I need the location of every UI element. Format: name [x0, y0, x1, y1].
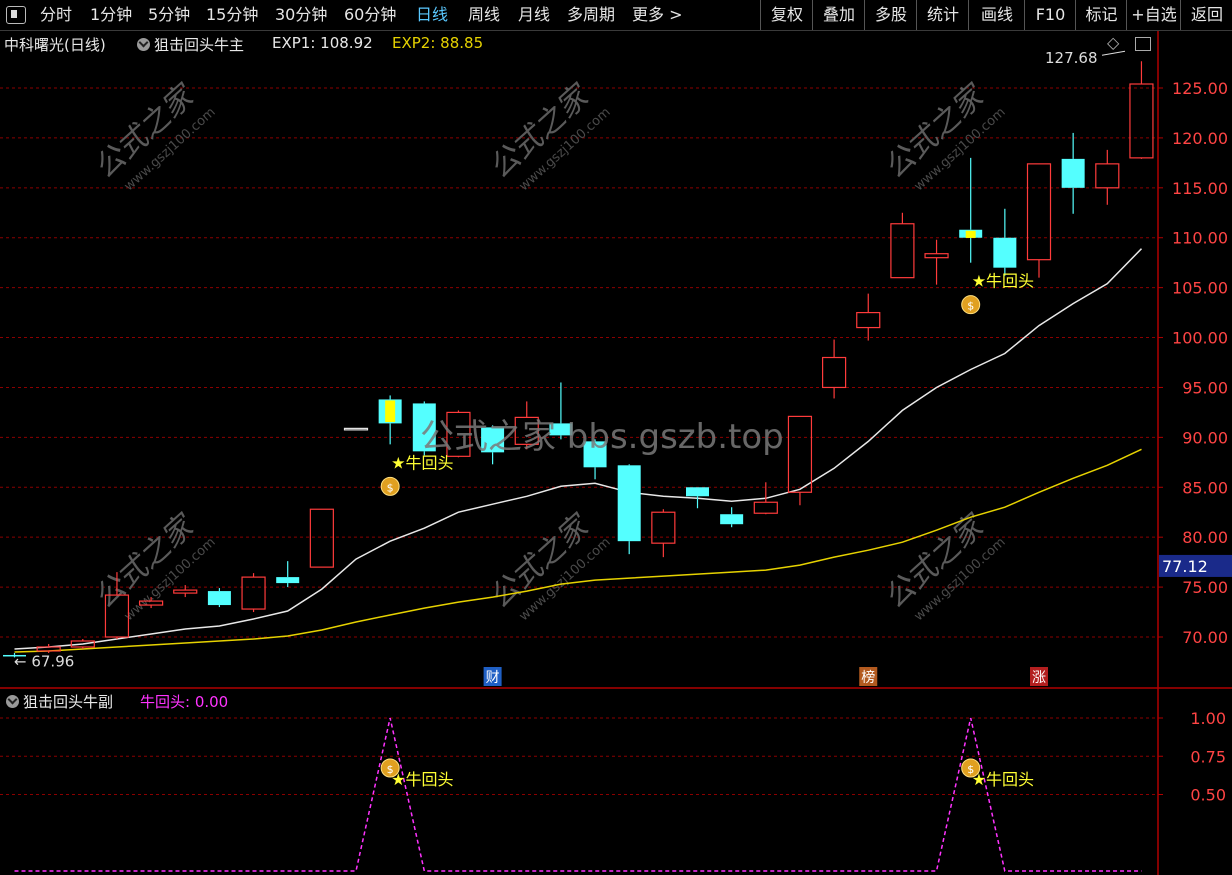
candle-body	[753, 501, 778, 514]
y-tick-label: 105.00	[1172, 279, 1228, 298]
candle-body	[241, 576, 266, 610]
signal-label: ★牛回头	[972, 272, 1034, 291]
period-tab-6[interactable]: 日线	[416, 0, 448, 30]
period-tab-3[interactable]: 15分钟	[206, 0, 258, 30]
sub-money-bag-glyph: $	[967, 763, 974, 776]
candle-body	[821, 356, 847, 389]
candle-body	[1026, 163, 1052, 261]
watermark-stamp: 公式之家www.gszj100.com	[877, 507, 1008, 624]
sub-signal-label: ★牛回头	[972, 770, 1034, 789]
y-tick-label: 90.00	[1182, 428, 1228, 447]
period-tab-1[interactable]: 1分钟	[90, 0, 132, 30]
period-tab-10[interactable]: 更多 >	[632, 0, 683, 30]
y-tick-label: 95.00	[1182, 378, 1228, 397]
toolbar-button-8[interactable]: 返回	[1180, 0, 1232, 30]
y-tick-label: 75.00	[1182, 578, 1228, 597]
candle-body	[924, 253, 949, 259]
toolbar-button-2[interactable]: 多股	[864, 0, 917, 30]
candle-body	[651, 511, 676, 544]
sub-signal-label: ★牛回头	[391, 770, 453, 789]
low-price-label: ← 67.96	[14, 652, 74, 670]
toolbar-button-5[interactable]: F10	[1024, 0, 1076, 30]
watermark-stamp: 公式之家www.gszj100.com	[482, 507, 613, 624]
toolbar-button-6[interactable]: 标记	[1075, 0, 1127, 30]
money-bag-glyph: $	[387, 481, 394, 494]
y-tick-label: 125.00	[1172, 79, 1228, 98]
candle-body	[1129, 83, 1154, 159]
period-tab-5[interactable]: 60分钟	[344, 0, 396, 30]
toolbar: 分时 1分钟 5分钟 15分钟 30分钟 60分钟 日线 周线 月线 多周期 更多 > 复权 叠加 多股…	[0, 0, 1232, 31]
candle-body	[1095, 163, 1120, 189]
period-tab-2[interactable]: 5分钟	[148, 0, 190, 30]
candle-body	[720, 514, 744, 525]
chart-canvas[interactable]: 125.00 120.00 115.00 110.00 105.00 100.00 95.0…	[0, 31, 1232, 875]
sub-y-tick-label: 0.50	[1190, 786, 1226, 805]
candle-body	[1061, 158, 1085, 188]
y-tick-label: 115.00	[1172, 179, 1228, 198]
event-marker: 涨	[1032, 670, 1046, 686]
high-price-arrow	[1101, 50, 1126, 56]
period-tab-0[interactable]: 分时	[40, 0, 72, 30]
watermark-stamp: 公式之家www.gszj100.com	[877, 77, 1008, 194]
toolbar-button-1[interactable]: 叠加	[812, 0, 865, 30]
period-tab-9[interactable]: 多周期	[567, 0, 615, 30]
toolbar-button-0[interactable]: 复权	[760, 0, 813, 30]
candle-body	[787, 415, 813, 493]
money-bag-glyph: $	[967, 300, 974, 313]
period-tab-8[interactable]: 月线	[518, 0, 550, 30]
candle-body	[36, 646, 61, 652]
candle-body	[276, 577, 300, 584]
sub-money-bag-glyph: $	[387, 763, 394, 776]
period-tab-4[interactable]: 30分钟	[275, 0, 327, 30]
candle-body	[890, 223, 915, 279]
event-marker: 榜	[861, 669, 875, 686]
toolbar-button-3[interactable]: 统计	[916, 0, 969, 30]
candle-body	[993, 237, 1017, 268]
y-tick-label: 100.00	[1172, 329, 1228, 348]
y-tick-label: 80.00	[1182, 528, 1228, 547]
sub-y-tick-label: 1.00	[1190, 709, 1226, 728]
watermark-stamp: 公式之家www.gszj100.com	[482, 77, 613, 194]
period-tab-7[interactable]: 周线	[468, 0, 500, 30]
panel-toggle-icon[interactable]	[6, 6, 26, 24]
y-tick-label: 110.00	[1172, 229, 1228, 248]
watermark-stamp: 公式之家www.gszj100.com	[87, 507, 218, 624]
candle-body	[617, 465, 641, 542]
toolbar-button-7[interactable]: +自选	[1126, 0, 1181, 30]
toolbar-button-4[interactable]: 画线	[968, 0, 1025, 30]
signal-highlight	[965, 230, 976, 238]
y-tick-label: 85.00	[1182, 478, 1228, 497]
candle-body	[207, 591, 231, 606]
candle-body	[309, 508, 334, 568]
y-tick-label: 120.00	[1172, 129, 1228, 148]
y-tick-label: 70.00	[1182, 628, 1228, 647]
candle-body	[686, 487, 709, 497]
watermark-text: 公式之家 bbs.gszb.top	[420, 417, 784, 457]
candle-body	[173, 589, 198, 594]
event-marker: 财	[486, 670, 500, 686]
candle-body	[343, 427, 369, 431]
sub-y-tick-label: 0.75	[1190, 747, 1226, 766]
candle-body	[856, 311, 881, 329]
high-price-label: 127.68	[1045, 49, 1098, 67]
signal-highlight	[385, 400, 396, 422]
current-price-label: 77.12	[1162, 557, 1208, 576]
